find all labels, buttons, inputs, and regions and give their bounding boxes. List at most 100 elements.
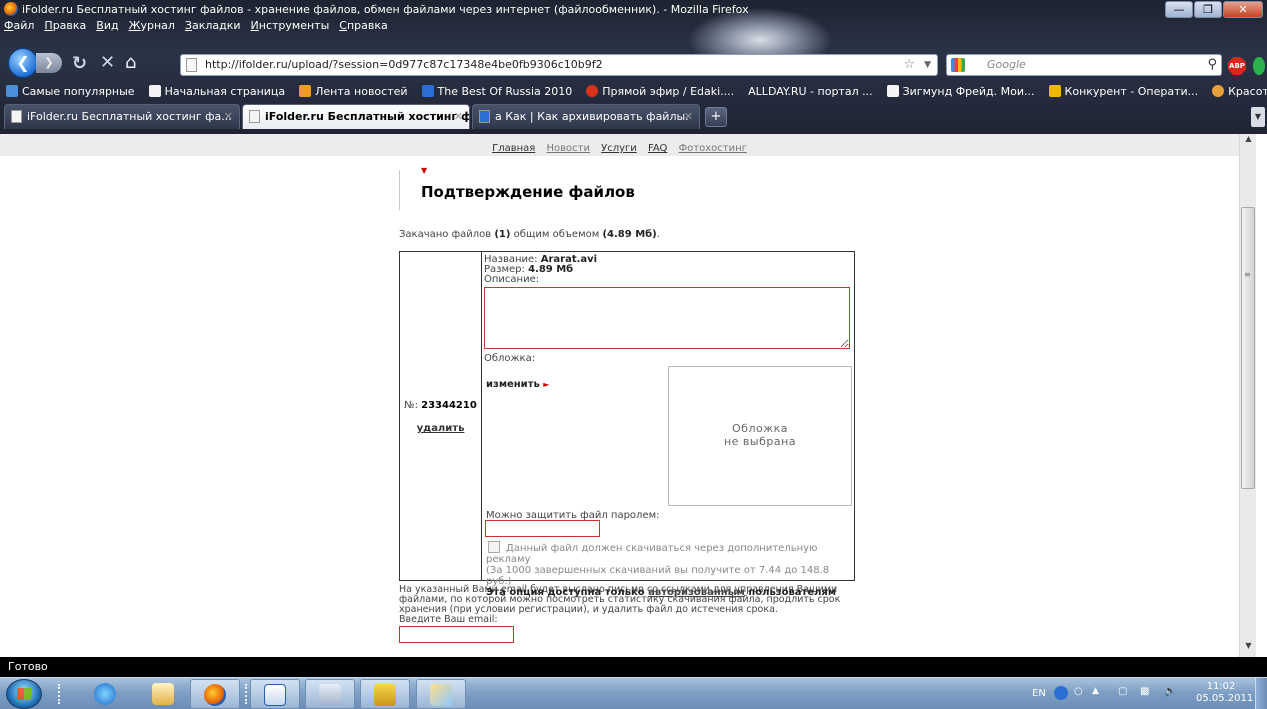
site-menu-news[interactable]: Новости [546, 143, 589, 154]
forward-button[interactable]: ❯ [36, 53, 62, 73]
firefox-icon [204, 684, 226, 706]
close-tab-icon[interactable]: ✕ [684, 105, 693, 128]
file-number: 23344210 [421, 400, 477, 411]
authorized-link[interactable]: авторизованным [648, 587, 745, 598]
change-cover-link[interactable]: изменить ► [486, 380, 549, 390]
site-menu-faq[interactable]: FAQ [648, 143, 667, 154]
scroll-down-icon[interactable]: ▼ [1240, 641, 1257, 657]
tab-list-icon[interactable]: ▼ [1251, 107, 1265, 127]
new-tab-button[interactable]: + [705, 107, 727, 127]
tab-ifolder-1[interactable]: iFolder.ru Бесплатный хостинг фа... ✕ [4, 104, 240, 129]
taskbar-paint[interactable] [416, 679, 466, 709]
bookmark-item[interactable]: The Best Of Russia 2010 [421, 85, 572, 98]
bookmark-item[interactable]: Зигмунд Фрейд. Мои... [886, 85, 1035, 98]
home-icon[interactable]: ⌂ [125, 52, 136, 73]
site-menu-home[interactable]: Главная [492, 143, 535, 154]
bookmark-item[interactable]: Прямой эфир / Edaki.... [586, 85, 734, 98]
bookmark-item[interactable]: Лента новостей [299, 85, 408, 98]
close-tab-icon[interactable]: ✕ [224, 105, 233, 128]
show-hidden-icons[interactable]: ▲ [1092, 686, 1106, 700]
bookmark-item[interactable]: Начальная страница [148, 85, 285, 98]
site-menu: Главная Новости Услуги FAQ Фотохостинг [0, 134, 1239, 156]
menu-tools[interactable]: Инструменты [251, 19, 330, 37]
taskbar-network-app[interactable] [360, 679, 410, 709]
bookmark-item[interactable]: Самые популярные [6, 85, 135, 98]
rss-icon [299, 85, 312, 97]
bookmark-star-icon[interactable]: ☆ [903, 55, 915, 75]
status-text: Готово [8, 660, 48, 673]
menu-file[interactable]: Файл [4, 19, 34, 37]
email-field[interactable] [399, 626, 514, 643]
ie-icon [94, 683, 116, 705]
search-icon[interactable]: ⚲ [1207, 55, 1217, 75]
description-label: Описание: [484, 274, 540, 285]
back-button[interactable]: ❮ [8, 48, 38, 78]
menu-help[interactable]: Справка [339, 19, 387, 37]
site-icon [479, 110, 490, 123]
taskbar-firefox[interactable] [190, 679, 240, 709]
clock[interactable]: 11:02 05.05.2011 [1196, 681, 1253, 705]
navigation-toolbar: ❮ ❯ ↻ ✕ ⌂ http://ifolder.ru/upload/?sess… [0, 45, 1267, 79]
bookmark-icon [421, 85, 434, 97]
menu-view[interactable]: Вид [96, 19, 118, 37]
scroll-grip-icon: ≡ [1244, 270, 1251, 279]
total-size: (4.89 Мб) [602, 229, 657, 240]
bookmark-item[interactable]: Красота - Мода (раст... [1212, 85, 1267, 98]
menu-history[interactable]: Журнал [129, 19, 175, 37]
ad-earnings-note: (За 1000 завершенных скачиваний вы получ… [486, 565, 830, 587]
file-id-cell: №: 23344210 удалить [400, 252, 482, 580]
url-bar[interactable]: http://ifolder.ru/upload/?session=0d977c… [180, 54, 938, 76]
adblock-plus-icon[interactable]: ABP [1228, 57, 1246, 75]
status-bar: Готово [0, 657, 1267, 677]
start-button[interactable] [6, 679, 42, 709]
skype-icon[interactable] [1253, 57, 1265, 75]
calculator-icon [319, 684, 341, 706]
minimize-button[interactable]: — [1165, 1, 1193, 18]
bookmark-item[interactable]: Конкурент - Операти... [1048, 85, 1198, 98]
page-icon [186, 58, 197, 72]
taskbar-word[interactable] [250, 679, 300, 709]
tab-kak[interactable]: а Как | Как архивировать файлы. ✕ [472, 104, 700, 129]
menu-bookmarks[interactable]: Закладки [185, 19, 241, 37]
scroll-thumb[interactable] [1241, 207, 1255, 489]
window-title: iFolder.ru Бесплатный хостинг файлов - х… [22, 3, 749, 16]
bookmark-item[interactable]: ALLDAY.RU - портал ... [748, 85, 872, 98]
word-icon [264, 684, 286, 706]
show-desktop-button[interactable] [1255, 678, 1267, 709]
search-bar[interactable]: Google ⚲ [946, 54, 1222, 76]
ad-checkbox[interactable] [488, 541, 500, 553]
taskbar-ie[interactable] [80, 679, 130, 709]
device-icon[interactable]: ▢ [1118, 686, 1132, 700]
language-indicator[interactable]: EN [1032, 688, 1046, 699]
page-icon [886, 85, 899, 97]
site-menu-photohosting[interactable]: Фотохостинг [679, 143, 747, 154]
taskbar-explorer[interactable] [138, 679, 188, 709]
file-count: (1) [494, 229, 511, 240]
network-icon[interactable]: ▩ [1140, 686, 1154, 700]
bookmark-icon [1212, 85, 1225, 97]
delete-link[interactable]: удалить [400, 423, 481, 434]
url-dropdown-icon[interactable]: ▼ [924, 55, 931, 75]
page-viewport: Главная Новости Услуги FAQ Фотохостинг ▼… [0, 134, 1239, 657]
tab-ifolder-2[interactable]: iFolder.ru Бесплатный хостинг ф... ✕ [242, 104, 470, 129]
description-field[interactable] [484, 287, 850, 349]
stop-icon[interactable]: ✕ [100, 52, 115, 73]
volume-icon[interactable]: 🔈 [1164, 686, 1178, 700]
site-menu-services[interactable]: Услуги [601, 143, 637, 154]
paint-icon [430, 684, 452, 706]
arrow-right-icon: ► [543, 380, 550, 389]
vertical-scrollbar[interactable]: ▲ ≡ ▼ [1239, 134, 1256, 657]
close-tab-icon[interactable]: ✕ [454, 105, 463, 128]
arrow-down-icon: ▼ [421, 166, 428, 175]
reload-icon[interactable]: ↻ [72, 53, 87, 74]
google-icon[interactable] [951, 58, 965, 72]
scroll-up-icon[interactable]: ▲ [1240, 134, 1257, 150]
menu-edit[interactable]: Правка [44, 19, 86, 37]
ad-checkbox-label: Данный файл должен скачиваться через доп… [486, 543, 818, 565]
taskbar-calculator[interactable] [305, 679, 355, 709]
maximize-button[interactable]: ❐ [1194, 1, 1222, 18]
close-window-button[interactable]: ✕ [1223, 1, 1263, 18]
help-icon[interactable] [1054, 686, 1068, 700]
pin-icon[interactable]: ○ [1074, 686, 1088, 700]
password-field[interactable] [485, 520, 600, 537]
